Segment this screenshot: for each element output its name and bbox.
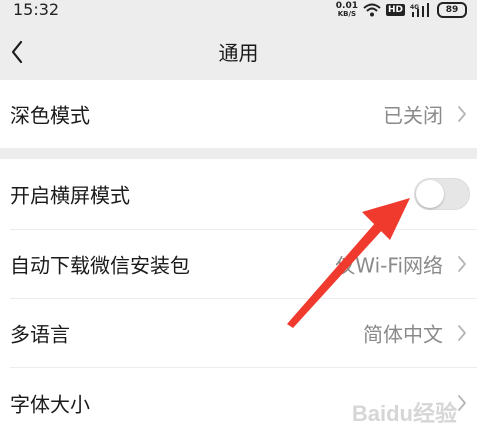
chevron-right-icon [458,395,466,411]
row-label: 深色模式 [10,103,90,128]
net-speed: 0.01 KB/S [335,1,358,19]
setting-row-dark-mode[interactable]: 深色模式 已关闭 [0,80,477,148]
status-time: 15:32 [13,0,60,19]
row-value: 仅Wi-Fi网络 [335,253,443,278]
setting-row-language[interactable]: 多语言 简体中文 [0,299,477,367]
battery-icon: 89 [437,2,467,18]
wifi-icon [363,3,381,17]
page-title: 通用 [218,41,259,65]
setting-row-auto-download[interactable]: 自动下载微信安装包 仅Wi-Fi网络 [0,230,477,298]
landscape-toggle-switch[interactable] [414,178,470,210]
row-label: 自动下载微信安装包 [10,253,190,278]
row-label: 字体大小 [10,392,90,417]
row-value: 已关闭 [383,103,443,128]
battery-level: 89 [445,5,459,15]
net-speed-unit: KB/S [337,10,357,18]
chevron-right-icon [458,256,466,272]
watermark-logo: Baidu经验 [351,401,457,426]
net-speed-value: 0.01 [335,1,358,11]
toggle-knob [416,180,444,208]
row-label: 开启横屏模式 [10,183,130,208]
section-gap [0,148,477,159]
hd-badge: HD [385,4,405,16]
row-label: 多语言 [10,322,70,347]
status-icons: 0.01 KB/S HD 4G 89 [336,0,467,20]
chevron-right-icon [458,106,466,122]
status-bar: 15:32 0.01 KB/S HD 4G 89 [0,0,477,24]
setting-row-landscape-mode: 开启横屏模式 [0,159,477,229]
nav-bar: 通用 [0,24,477,80]
chevron-right-icon [458,325,466,341]
row-value: 简体中文 [363,322,443,347]
signal-icon: 4G [410,3,429,17]
